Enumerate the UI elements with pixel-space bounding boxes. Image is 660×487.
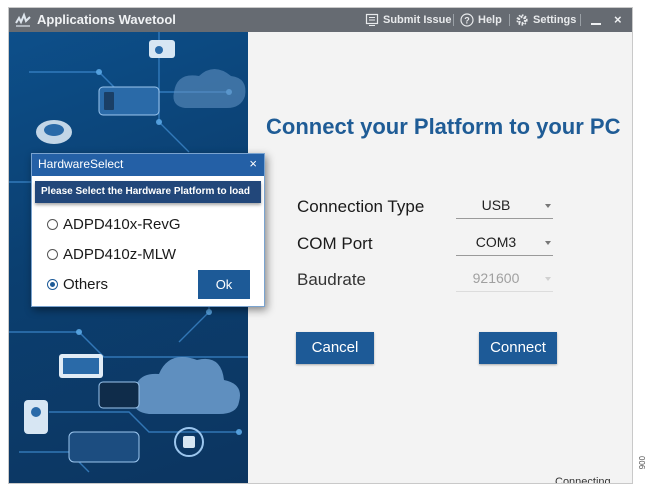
radio-button[interactable]	[47, 219, 58, 230]
radio-option-others[interactable]: Others	[47, 276, 108, 293]
titlebar-divider	[580, 14, 581, 26]
settings-button[interactable]: Settings	[515, 11, 576, 29]
connection-type-label: Connection Type	[297, 197, 425, 216]
close-icon[interactable]: ×	[614, 12, 622, 27]
radio-button[interactable]	[47, 279, 58, 290]
chevron-down-icon	[545, 204, 551, 208]
baudrate-value: 921600	[472, 270, 520, 286]
connect-button[interactable]: Connect	[479, 332, 557, 364]
titlebar-divider	[453, 14, 454, 26]
com-port-label: COM Port	[297, 234, 373, 253]
baudrate-label: Baudrate	[297, 270, 366, 289]
connection-type-select[interactable]: USB	[456, 195, 553, 219]
svg-text:?: ?	[464, 16, 470, 26]
page-title: Connect your Platform to your PC	[266, 114, 621, 139]
connection-type-value: USB	[481, 197, 511, 213]
radio-option-adpd410x-revg[interactable]: ADPD410x-RevG	[47, 216, 181, 233]
radio-label: ADPD410x-RevG	[63, 216, 181, 233]
title-bar: Applications Wavetool Submit Issue ? Hel…	[9, 8, 632, 32]
hardware-select-dialog: HardwareSelect × Please Select the Hardw…	[31, 153, 265, 307]
gear-icon	[516, 14, 528, 26]
dialog-title: HardwareSelect	[38, 157, 124, 171]
com-port-select[interactable]: COM3	[456, 232, 553, 256]
submit-issue-icon	[365, 13, 379, 26]
submit-issue-label: Submit Issue	[383, 14, 452, 26]
titlebar-divider	[509, 14, 510, 26]
connection-panel: Connect your Platform to your PC Connect…	[248, 32, 632, 484]
dialog-title-bar: HardwareSelect ×	[32, 154, 264, 176]
dialog-instruction: Please Select the Hardware Platform to l…	[35, 181, 261, 203]
chevron-down-icon	[545, 241, 551, 245]
submit-issue-button[interactable]: Submit Issue	[365, 11, 451, 29]
figure-code: 006	[637, 456, 646, 470]
radio-button[interactable]	[47, 249, 58, 260]
status-text: Connecting...	[555, 476, 620, 484]
close-icon[interactable]: ×	[249, 156, 257, 171]
ok-button[interactable]: Ok	[198, 270, 250, 299]
baudrate-select: 921600	[456, 268, 553, 292]
minimize-icon[interactable]	[591, 14, 601, 26]
app-title: Applications Wavetool	[37, 12, 176, 27]
com-port-value: COM3	[475, 234, 517, 250]
radio-label: ADPD410z-MLW	[63, 246, 177, 263]
help-button[interactable]: ? Help	[460, 11, 502, 29]
help-icon: ?	[460, 13, 474, 27]
radio-label: Others	[63, 276, 109, 293]
wavetool-logo-icon	[15, 12, 31, 27]
help-label: Help	[478, 14, 502, 26]
settings-label: Settings	[533, 14, 577, 26]
cancel-button[interactable]: Cancel	[296, 332, 374, 364]
radio-option-adpd410z-mlw[interactable]: ADPD410z-MLW	[47, 246, 176, 263]
chevron-down-icon	[545, 277, 551, 281]
